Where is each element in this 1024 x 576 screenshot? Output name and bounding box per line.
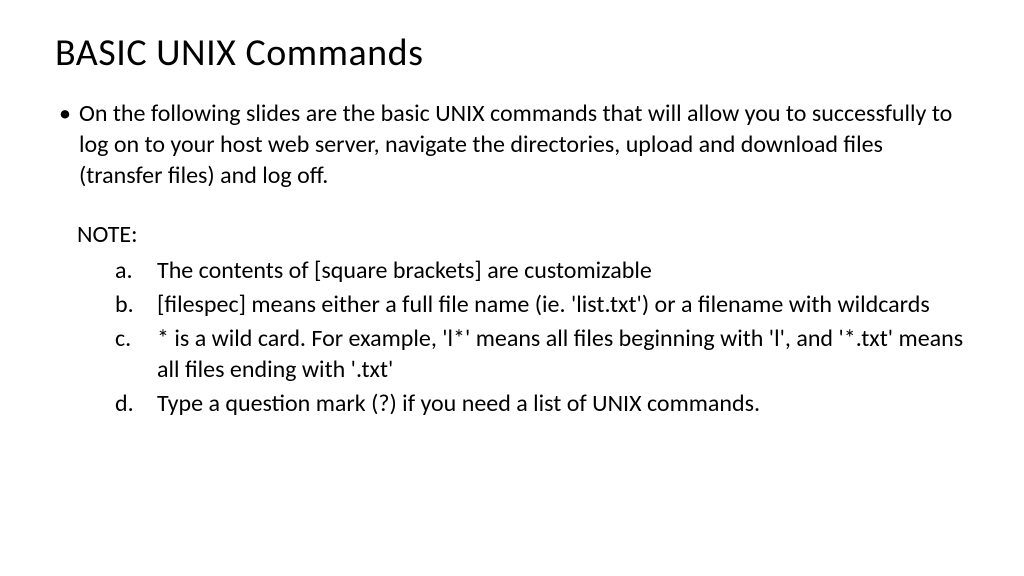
- note-item-text: * is a wild card. For example, 'l*' mean…: [157, 323, 969, 385]
- note-item-text: Type a question mark (?) if you need a l…: [157, 388, 969, 419]
- intro-bullet-text: On the following slides are the basic UN…: [79, 98, 969, 192]
- slide-title: BASIC UNIX Commands: [55, 30, 969, 76]
- note-label: NOTE:: [77, 220, 969, 249]
- note-item-text: The contents of [square brackets] are cu…: [157, 255, 969, 286]
- note-item: Type a question mark (?) if you need a l…: [115, 388, 969, 419]
- note-item: * is a wild card. For example, 'l*' mean…: [115, 323, 969, 385]
- note-item: The contents of [square brackets] are cu…: [115, 255, 969, 286]
- bullet-marker-icon: •: [59, 98, 71, 192]
- note-item-text: [filespec] means either a full file name…: [157, 289, 969, 320]
- intro-bullet: • On the following slides are the basic …: [55, 98, 969, 192]
- note-item: [filespec] means either a full file name…: [115, 289, 969, 320]
- note-list: The contents of [square brackets] are cu…: [115, 255, 969, 420]
